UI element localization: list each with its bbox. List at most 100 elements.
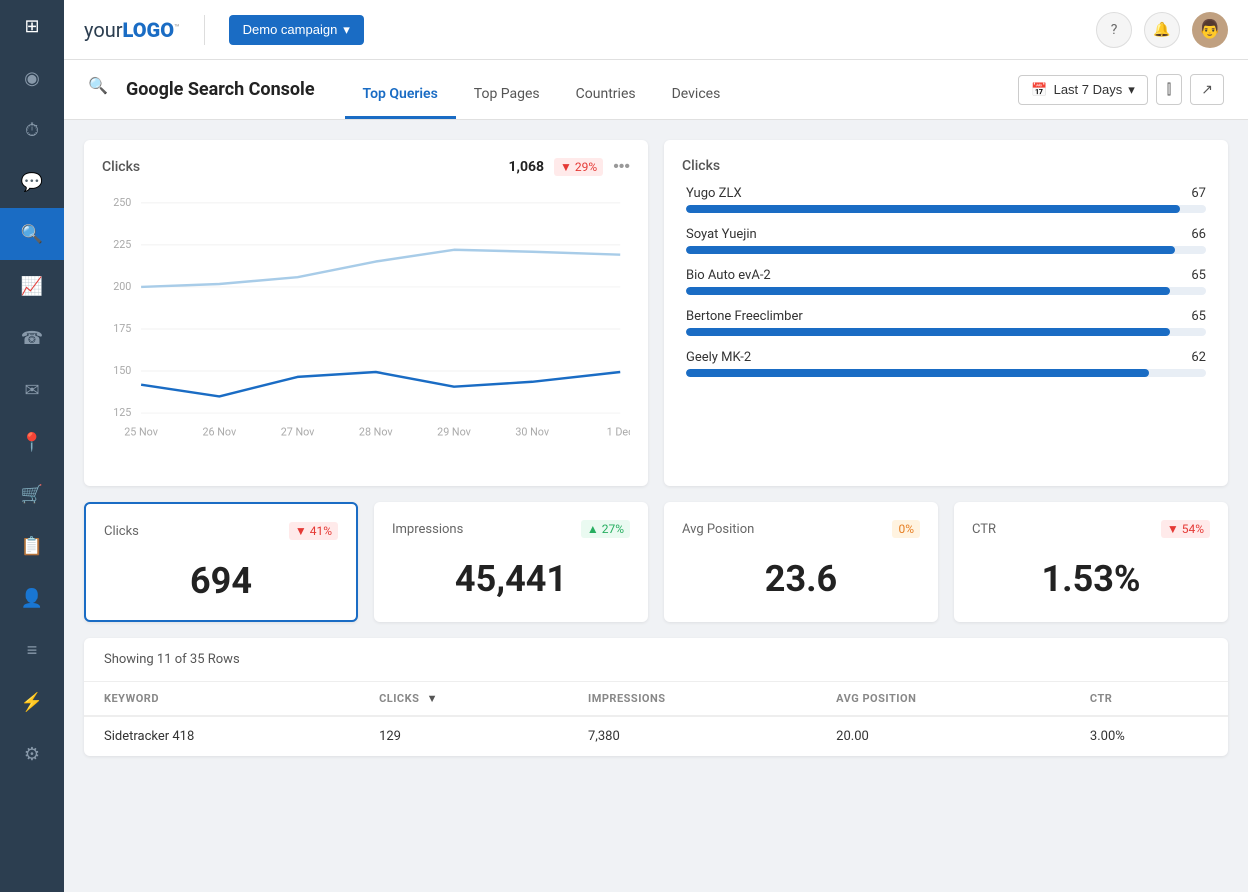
stat-impressions-label: Impressions [392,522,463,537]
col-avg-position: AVG POSITION [816,682,1070,716]
notifications-button[interactable]: 🔔 [1144,12,1180,48]
bar-track-2 [686,287,1206,295]
bar-item-0: Yugo ZLX 67 [686,186,1206,213]
email-icon: ✉ [24,380,39,401]
bar-label-4: Geely MK-2 [686,350,751,365]
bar-label-1: Soyat Yuejin [686,227,757,242]
sidebar-item-location[interactable]: 📍 [0,416,64,468]
stat-impressions-badge: ▲ 27% [581,520,630,538]
bar-label-0: Yugo ZLX [686,186,742,201]
share-button[interactable]: ↗ [1190,74,1224,105]
sidebar-item-messages[interactable]: 💬 [0,156,64,208]
bar-value-4: 62 [1191,350,1206,365]
bar-value-2: 65 [1191,268,1206,283]
svg-text:175: 175 [113,322,131,335]
bar-track-4 [686,369,1206,377]
bar-item-2: Bio Auto evA-2 65 [686,268,1206,295]
tab-top-pages[interactable]: Top Pages [456,86,558,119]
bar-list: Yugo ZLX 67 Soyat Yuejin 66 [682,186,1210,377]
sidebar-item-seo[interactable]: 📈 [0,260,64,312]
bar-chart-header: Clicks [682,158,1210,174]
stat-ctr-badge: ▼ 54% [1161,520,1210,538]
clicks-chart-badge: ▼ 29% [554,158,603,176]
demo-campaign-label: Demo campaign [243,22,338,37]
help-button[interactable]: ? [1096,12,1132,48]
messages-icon: 💬 [21,172,43,193]
keyword-table: KEYWORD CLICKS ▼ IMPRESSIONS AVG POSITIO… [84,682,1228,756]
date-range-label: Last 7 Days [1054,82,1123,97]
bar-label-2: Bio Auto evA-2 [686,268,771,283]
bar-item-1: Soyat Yuejin 66 [686,227,1206,254]
ecommerce-icon: 🛒 [21,484,43,505]
phone-icon: ☎ [21,328,43,349]
svg-text:30 Nov: 30 Nov [515,426,549,439]
stats-row: Clicks ▼ 41% 694 Impressions ▲ 27% 45,44… [84,502,1228,622]
settings-icon: ⚙ [24,744,40,765]
tab-top-queries[interactable]: Top Queries [345,86,456,119]
sidebar-item-timer[interactable]: ⏱ [0,104,64,156]
clicks-chart-more-button[interactable]: ••• [613,158,630,176]
logo-your: your [84,18,123,42]
sidebar-item-analytics[interactable]: ◉ [0,52,64,104]
page-icon: 🔍 [88,76,116,104]
avatar-image: 👨 [1199,19,1221,40]
sidebar-item-user[interactable]: 👤 [0,572,64,624]
stat-ctr[interactable]: CTR ▼ 54% 1.53% [954,502,1228,622]
clicks-line-chart: 250 225 200 175 150 125 [102,188,630,468]
clicks-chart-title: Clicks [102,159,140,175]
stat-impressions[interactable]: Impressions ▲ 27% 45,441 [374,502,648,622]
stat-clicks[interactable]: Clicks ▼ 41% 694 [84,502,358,622]
analytics-icon: ◉ [24,68,40,89]
stat-impressions-header: Impressions ▲ 27% [392,520,630,538]
svg-text:25 Nov: 25 Nov [124,426,158,439]
logo-tm: ™ [174,23,180,33]
line-chart-svg: 250 225 200 175 150 125 [102,188,630,468]
location-icon: 📍 [21,432,43,453]
bar-fill-4 [686,369,1149,377]
sidebar-item-search[interactable]: 🔍 [0,208,64,260]
sidebar-item-ecommerce[interactable]: 🛒 [0,468,64,520]
columns-icon: ⫿ [1167,81,1171,98]
col-clicks[interactable]: CLICKS ▼ [359,682,568,716]
svg-text:250: 250 [113,196,131,209]
tab-devices[interactable]: Devices [654,86,739,119]
row-keyword: Sidetracker 418 [84,716,359,756]
bar-fill-1 [686,246,1175,254]
sidebar-item-home[interactable]: ⊞ [0,0,64,52]
nav-right: ? 🔔 👨 [1096,12,1228,48]
svg-text:125: 125 [113,406,131,419]
columns-button[interactable]: ⫿ [1156,74,1182,105]
row-ctr: 3.00% [1070,716,1228,756]
clicks-chart-header: Clicks 1,068 ▼ 29% ••• [102,158,630,176]
list-icon: ≡ [27,640,38,661]
stat-avg-position[interactable]: Avg Position 0% 23.6 [664,502,938,622]
top-charts-row: Clicks 1,068 ▼ 29% ••• 250 225 200 175 1 [84,140,1228,486]
bar-fill-0 [686,205,1180,213]
bar-item-4: Geely MK-2 62 [686,350,1206,377]
sidebar-item-reports[interactable]: 📋 [0,520,64,572]
sidebar-item-email[interactable]: ✉ [0,364,64,416]
table-info: Showing 11 of 35 Rows [84,638,1228,682]
help-icon: ? [1111,22,1118,38]
svg-text:200: 200 [113,280,131,293]
bar-track-3 [686,328,1206,336]
content-area: Clicks 1,068 ▼ 29% ••• 250 225 200 175 1 [64,120,1248,892]
avatar[interactable]: 👨 [1192,12,1228,48]
share-icon: ↗ [1201,81,1213,98]
stat-clicks-badge: ▼ 41% [289,522,338,540]
stat-clicks-value: 694 [104,560,338,602]
search-icon: 🔍 [21,224,43,245]
reports-icon: 📋 [21,536,43,557]
sidebar-item-list[interactable]: ≡ [0,624,64,676]
tabs: Top Queries Top Pages Countries Devices [345,60,739,119]
date-dropdown-icon: ▾ [1128,82,1135,98]
stat-avg-position-label: Avg Position [682,522,754,537]
bar-fill-3 [686,328,1170,336]
sidebar-item-phone[interactable]: ☎ [0,312,64,364]
date-range-button[interactable]: 📅 Last 7 Days ▾ [1018,75,1147,105]
tab-countries[interactable]: Countries [558,86,654,119]
svg-text:29 Nov: 29 Nov [437,426,471,439]
sidebar-item-integrations[interactable]: ⚡ [0,676,64,728]
sidebar-item-settings[interactable]: ⚙ [0,728,64,780]
demo-campaign-button[interactable]: Demo campaign ▾ [229,15,364,45]
